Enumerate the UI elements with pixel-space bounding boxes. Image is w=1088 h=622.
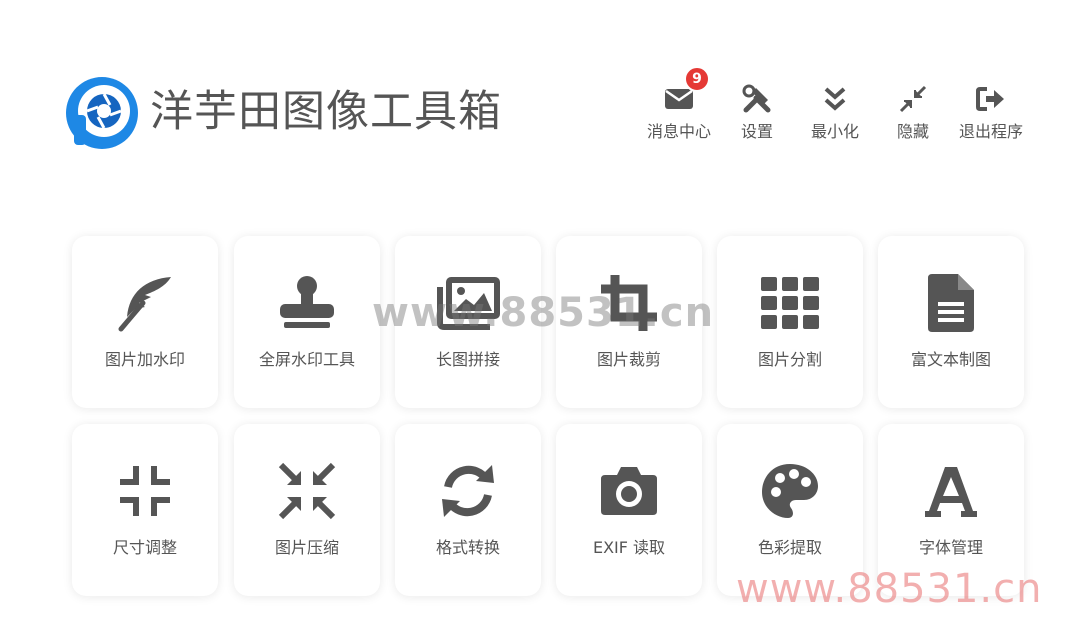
tool-label: 图片加水印 bbox=[104, 350, 185, 369]
compress-arrows-icon bbox=[234, 456, 380, 526]
document-icon bbox=[878, 268, 1024, 338]
hide-button[interactable]: 隐藏 bbox=[868, 82, 958, 148]
message-center-button[interactable]: 9 消息中心 bbox=[634, 66, 724, 148]
tool-label: 富文本制图 bbox=[910, 350, 991, 369]
stamp-icon bbox=[234, 268, 380, 338]
header: 洋芋田图像工具箱 9 消息中心 设置 最小化 隐藏 退出程序 bbox=[0, 0, 1088, 200]
header-actions: 9 消息中心 设置 最小化 隐藏 退出程序 bbox=[0, 66, 1088, 152]
tool-label: 尺寸调整 bbox=[112, 538, 177, 557]
exit-button[interactable]: 退出程序 bbox=[946, 82, 1036, 148]
crop-icon bbox=[556, 268, 702, 338]
tool-card-color-extract[interactable]: 色彩提取 bbox=[717, 424, 863, 596]
tool-card-exif[interactable]: EXIF 读取 bbox=[556, 424, 702, 596]
message-count-badge: 9 bbox=[684, 66, 710, 92]
font-icon bbox=[878, 456, 1024, 526]
settings-label: 设置 bbox=[740, 122, 773, 141]
tool-card-crop[interactable]: 图片裁剪 bbox=[556, 236, 702, 408]
images-icon bbox=[395, 268, 541, 338]
hide-label: 隐藏 bbox=[896, 122, 929, 141]
tool-card-compress[interactable]: 图片压缩 bbox=[234, 424, 380, 596]
tool-label: 图片裁剪 bbox=[596, 350, 661, 369]
settings-button[interactable]: 设置 bbox=[712, 82, 802, 148]
message-center-label: 消息中心 bbox=[646, 122, 711, 141]
compress-arrows-icon bbox=[896, 82, 930, 116]
double-chevron-down-icon bbox=[818, 82, 852, 116]
sign-out-icon bbox=[974, 82, 1008, 116]
tool-card-font-manage[interactable]: 字体管理 bbox=[878, 424, 1024, 596]
tool-label: 图片分割 bbox=[757, 350, 822, 369]
camera-icon bbox=[556, 456, 702, 526]
grid-icon bbox=[717, 268, 863, 338]
feather-icon bbox=[72, 268, 218, 338]
tool-card-split[interactable]: 图片分割 bbox=[717, 236, 863, 408]
tool-card-format-convert[interactable]: 格式转换 bbox=[395, 424, 541, 596]
compress-corners-icon bbox=[72, 456, 218, 526]
exit-label: 退出程序 bbox=[958, 122, 1023, 141]
tools-icon bbox=[740, 82, 774, 116]
tool-label: 格式转换 bbox=[435, 538, 500, 557]
tool-label: 全屏水印工具 bbox=[258, 350, 355, 369]
tool-label: 字体管理 bbox=[918, 538, 983, 557]
tool-card-resize[interactable]: 尺寸调整 bbox=[72, 424, 218, 596]
tool-label: 长图拼接 bbox=[435, 350, 500, 369]
tool-card-long-image-stitch[interactable]: 长图拼接 bbox=[395, 236, 541, 408]
tool-label: EXIF 读取 bbox=[592, 538, 666, 557]
tool-card-watermark[interactable]: 图片加水印 bbox=[72, 236, 218, 408]
tool-label: 图片压缩 bbox=[274, 538, 339, 557]
minimize-button[interactable]: 最小化 bbox=[790, 82, 880, 148]
envelope-icon: 9 bbox=[662, 66, 710, 116]
minimize-label: 最小化 bbox=[810, 122, 859, 141]
sync-icon bbox=[395, 456, 541, 526]
tool-card-fullscreen-watermark[interactable]: 全屏水印工具 bbox=[234, 236, 380, 408]
tool-card-rich-text[interactable]: 富文本制图 bbox=[878, 236, 1024, 408]
tool-label: 色彩提取 bbox=[757, 538, 822, 557]
palette-icon bbox=[717, 456, 863, 526]
